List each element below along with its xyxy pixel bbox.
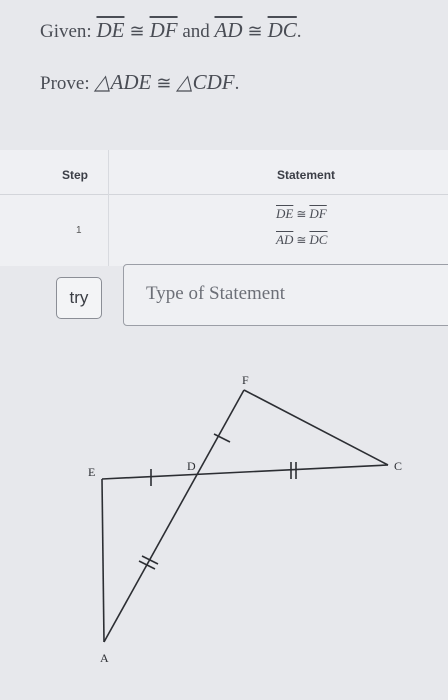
table-column-divider xyxy=(108,150,109,266)
try-button[interactable]: try xyxy=(56,277,102,319)
table-header-divider xyxy=(0,194,448,195)
segment-af xyxy=(103,389,245,643)
given-statement: Given: DE ≅ DF and AD ≅ DC. xyxy=(40,18,302,43)
statement-type-input[interactable]: Type of Statement xyxy=(123,264,448,326)
given-period: . xyxy=(296,21,302,42)
segment-fc xyxy=(243,389,389,466)
statement-segment-df: DF xyxy=(309,206,327,221)
table-row-statement-line-1: DE ≅ DF xyxy=(276,206,327,222)
tick-mark-ad-1 xyxy=(138,560,156,570)
point-label-f: F xyxy=(242,373,249,387)
point-label-c: C xyxy=(394,459,402,473)
given-segment-de: DE xyxy=(96,18,125,42)
table-header-statement: Statement xyxy=(277,168,336,182)
point-label-a: A xyxy=(100,651,109,665)
table-row-statement-line-2: AD ≅ DC xyxy=(276,232,327,248)
prove-period: . xyxy=(234,73,240,94)
statement-congruent-1: ≅ xyxy=(296,207,307,221)
tick-mark-ad-2 xyxy=(141,555,159,565)
given-congruent-2: ≅ xyxy=(247,21,263,41)
given-label: Given: xyxy=(40,21,92,42)
prove-label: Prove: xyxy=(40,73,90,94)
given-and: and xyxy=(182,21,210,42)
table-row-step-number: 1 xyxy=(76,225,82,236)
geometry-diagram: F E D C A xyxy=(88,373,402,665)
statement-segment-ad: AD xyxy=(276,232,294,247)
prove-triangle-ade: △ADE xyxy=(94,70,152,94)
statement-congruent-2: ≅ xyxy=(296,233,307,247)
proof-table: Step Statement 1 DE ≅ DF AD ≅ DC xyxy=(0,150,448,266)
point-label-d: D xyxy=(187,459,196,473)
given-segment-dc: DC xyxy=(267,18,297,42)
statement-segment-dc: DC xyxy=(309,232,328,247)
given-segment-df: DF xyxy=(149,18,178,42)
prove-congruent: ≅ xyxy=(156,73,172,93)
statement-type-placeholder: Type of Statement xyxy=(146,283,286,304)
statement-segment-de: DE xyxy=(276,206,294,221)
given-congruent-1: ≅ xyxy=(129,21,145,41)
segment-ea xyxy=(101,478,105,643)
prove-statement: Prove: △ADE ≅ △CDF. xyxy=(40,70,239,95)
prove-triangle-cdf: △CDF xyxy=(176,70,235,94)
segment-ec xyxy=(101,464,389,480)
given-segment-ad: AD xyxy=(214,18,243,42)
table-header-step: Step xyxy=(62,168,89,182)
point-label-e: E xyxy=(88,465,95,479)
